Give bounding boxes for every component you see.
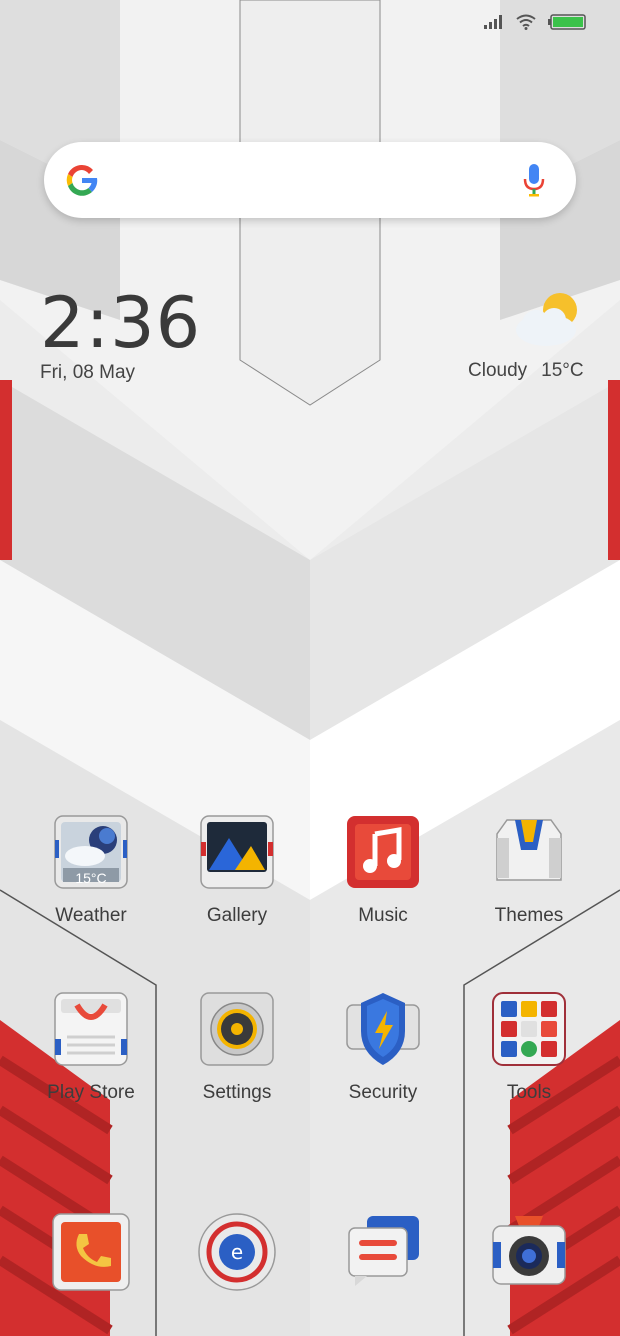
app-label: Tools (506, 1082, 552, 1103)
microphone-icon[interactable] (522, 162, 546, 198)
clock-time[interactable]: 2:36 (40, 282, 201, 364)
google-logo-icon (66, 164, 98, 196)
clock-date[interactable]: Fri, 08 May (40, 362, 135, 384)
settings-icon (200, 992, 274, 1066)
wifi-icon (516, 14, 536, 30)
signal-icon (484, 15, 502, 29)
weather-temperature: 15°C (541, 360, 584, 381)
app-label: Settings (202, 1082, 272, 1103)
dock-browser[interactable]: e (182, 1212, 292, 1297)
app-label: Security (348, 1082, 418, 1103)
tools-folder-icon (492, 992, 566, 1066)
app-settings[interactable]: Settings (182, 991, 292, 1104)
music-icon (347, 816, 419, 888)
app-themes[interactable]: Themes (474, 814, 584, 927)
weather-widget[interactable]: Cloudy 15°C (468, 360, 584, 382)
dock-messages[interactable] (328, 1212, 438, 1297)
app-label: Play Store (47, 1082, 135, 1103)
themes-icon (496, 819, 562, 881)
app-label: Gallery (206, 905, 268, 926)
phone-icon (52, 1213, 130, 1291)
browser-icon: e (198, 1213, 276, 1291)
google-search-bar[interactable] (44, 142, 576, 218)
weather-app-badge: 15°C (75, 870, 107, 886)
camera-icon (492, 1216, 566, 1285)
app-label: Themes (494, 905, 564, 926)
dock-camera[interactable] (474, 1212, 584, 1297)
gallery-icon (200, 815, 274, 889)
svg-text:e: e (231, 1240, 243, 1264)
battery-icon (548, 14, 586, 30)
messages-icon (348, 1216, 419, 1286)
app-gallery[interactable]: Gallery (182, 814, 292, 927)
play-store-icon (54, 992, 128, 1066)
app-tools-folder[interactable]: Tools (474, 991, 584, 1104)
status-bar (484, 14, 586, 30)
app-music[interactable]: Music (328, 814, 438, 927)
security-shield-icon (346, 993, 420, 1065)
app-security[interactable]: Security (328, 991, 438, 1104)
app-weather[interactable]: 15°C Weather (36, 814, 146, 927)
weather-condition: Cloudy (468, 360, 528, 381)
app-label: Music (358, 905, 408, 926)
cloudy-weather-icon[interactable] (512, 290, 584, 350)
dock-phone[interactable] (36, 1212, 146, 1297)
app-play-store[interactable]: Play Store (36, 991, 146, 1104)
app-label: Weather (55, 905, 127, 926)
